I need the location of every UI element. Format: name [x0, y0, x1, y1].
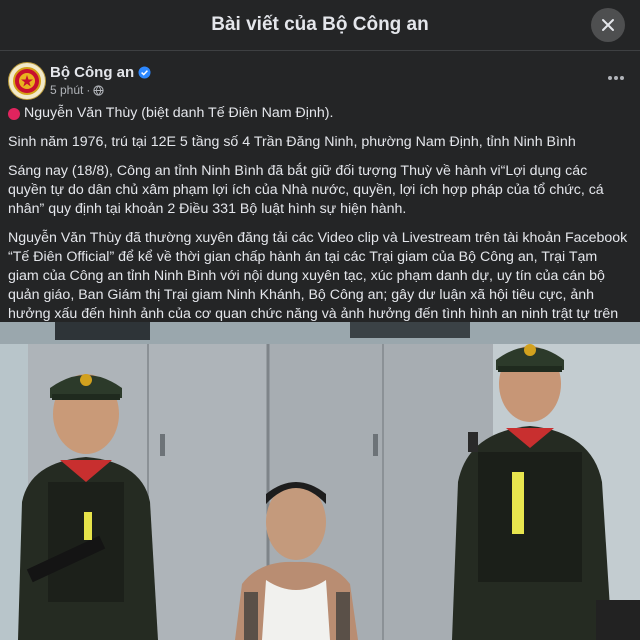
post-paragraph-3: Sáng nay (18/8), Công an tỉnh Ninh Bình … — [8, 163, 604, 217]
globe-icon — [93, 84, 105, 96]
more-options-button[interactable] — [604, 66, 628, 90]
meta-separator: · — [86, 83, 91, 97]
post-paragraph-2: Sinh năm 1976, trú tại 12E 5 tầng số 4 T… — [8, 134, 576, 150]
modal-header: Bài viết của Bộ Công an — [0, 0, 640, 51]
close-button[interactable] — [591, 8, 625, 42]
page-name-text[interactable]: Bộ Công an — [50, 64, 134, 81]
more-horizontal-icon — [608, 76, 624, 80]
avatar[interactable] — [8, 62, 46, 100]
post-time[interactable]: 5 phút — [50, 83, 83, 97]
red-circle-icon — [8, 107, 20, 120]
police-emblem-icon — [13, 67, 41, 95]
verified-badge-icon — [138, 66, 151, 79]
post-text: Nguyễn Văn Thùy (biệt danh Tế Điên Nam Đ… — [8, 104, 628, 353]
post-header: Bộ Công an 5 phút · — [0, 58, 640, 102]
post-photo[interactable] — [0, 322, 640, 640]
close-icon — [602, 19, 614, 31]
post-photo-illustration — [0, 322, 640, 640]
page-name[interactable]: Bộ Công an — [50, 64, 151, 81]
modal-title: Bài viết của Bộ Công an — [211, 14, 429, 35]
post-meta: 5 phút · — [50, 83, 105, 97]
post-paragraph-1-text: Nguyễn Văn Thùy (biệt danh Tế Điên Nam Đ… — [24, 105, 334, 121]
post-paragraph-1: Nguyễn Văn Thùy (biệt danh Tế Điên Nam Đ… — [8, 104, 628, 123]
